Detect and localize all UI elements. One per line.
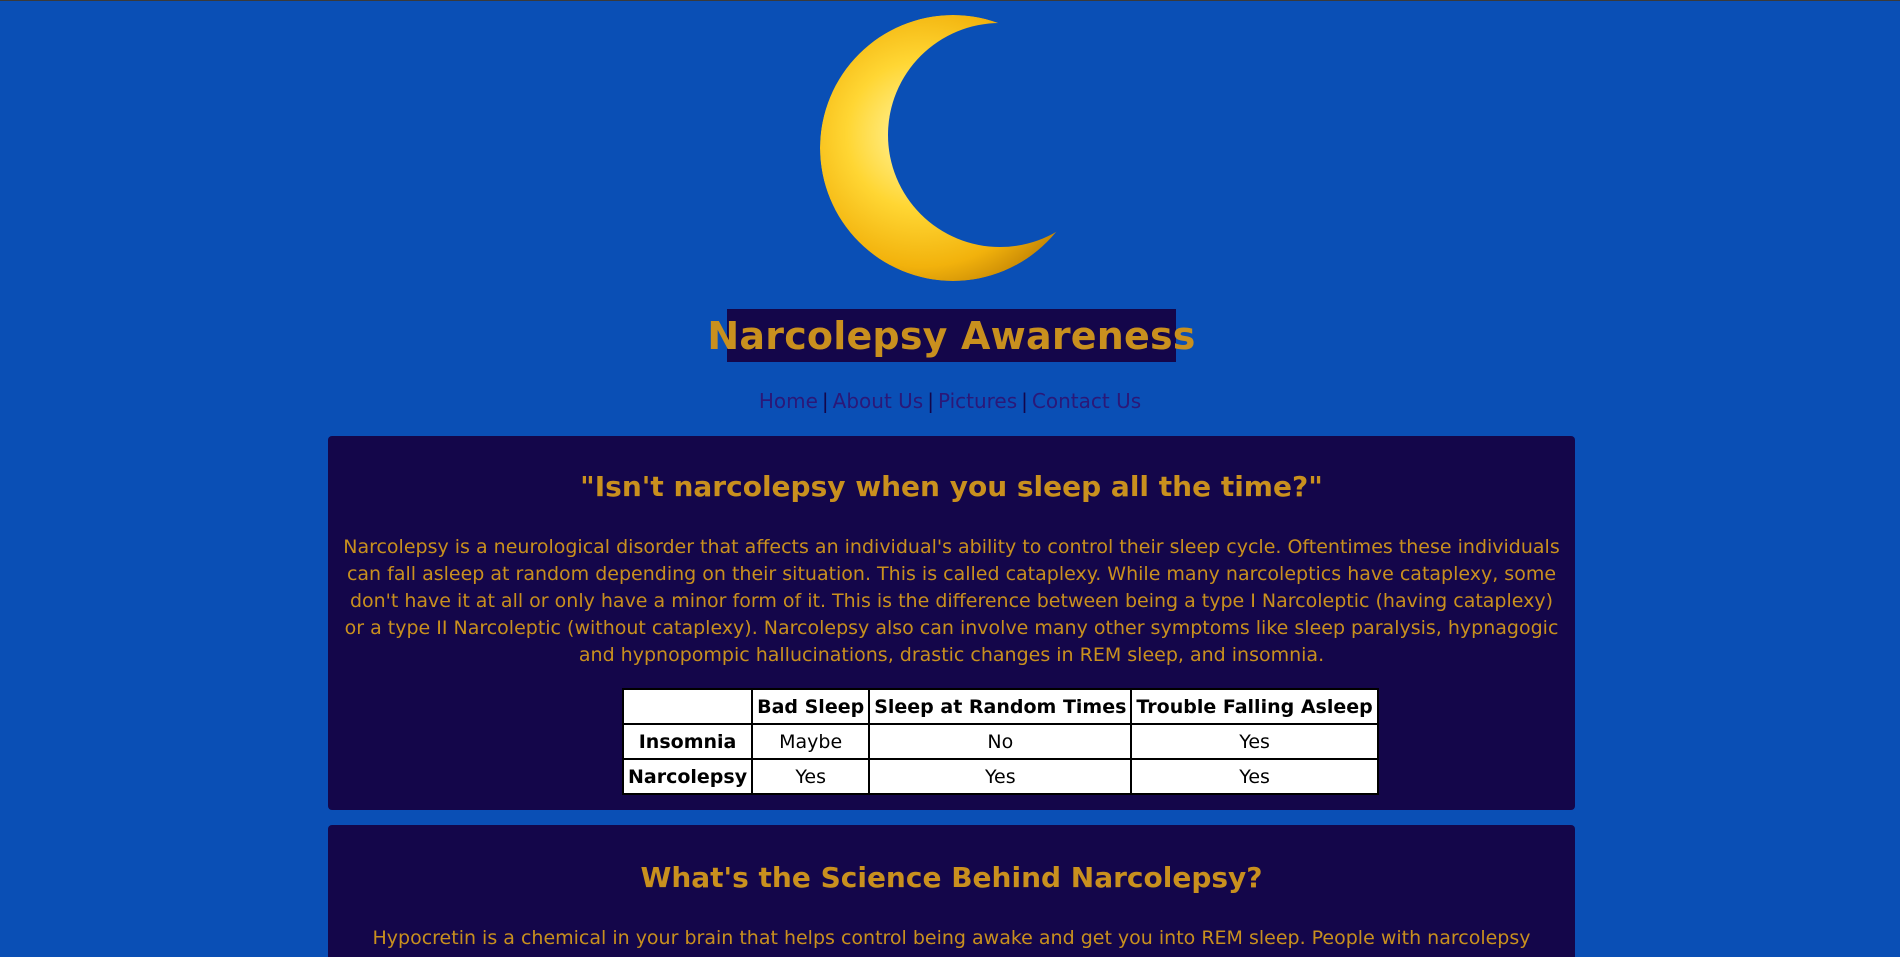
table-cell: Yes bbox=[868, 758, 1133, 795]
section-heading: What's the Science Behind Narcolepsy? bbox=[640, 861, 1263, 894]
table-header-cell: Sleep at Random Times bbox=[868, 688, 1133, 725]
crescent-moon-icon bbox=[820, 9, 1086, 289]
table-header-row: Bad Sleep Sleep at Random Times Trouble … bbox=[621, 688, 1379, 725]
section-science: What's the Science Behind Narcolepsy? Hy… bbox=[328, 825, 1575, 957]
nav-link-about-us[interactable]: About Us bbox=[833, 389, 924, 413]
table-row-label: Insomnia bbox=[621, 723, 754, 760]
table-row: Insomnia Maybe No Yes bbox=[621, 723, 1379, 760]
main-nav: Home | About Us | Pictures | Contact Us bbox=[0, 389, 1900, 413]
nav-link-home[interactable]: Home bbox=[759, 389, 818, 413]
table-header-cell: Bad Sleep bbox=[751, 688, 871, 725]
table-header-cell bbox=[621, 688, 754, 725]
table-row-label: Narcolepsy bbox=[621, 758, 754, 795]
section-paragraph: Hypocretin is a chemical in your brain t… bbox=[372, 927, 1531, 957]
nav-separator: | bbox=[821, 389, 829, 413]
nav-link-contact-us[interactable]: Contact Us bbox=[1032, 389, 1141, 413]
table-row: Narcolepsy Yes Yes Yes bbox=[621, 758, 1379, 795]
nav-link-pictures[interactable]: Pictures bbox=[938, 389, 1017, 413]
comparison-table: Bad Sleep Sleep at Random Times Trouble … bbox=[621, 688, 1379, 795]
table-cell: Yes bbox=[1130, 723, 1379, 760]
page: Narcolepsy Awareness Home | About Us | Pictu… bbox=[0, 0, 1900, 957]
table-cell: Maybe bbox=[751, 723, 871, 760]
site-title-box: Narcolepsy Awareness bbox=[707, 309, 1195, 362]
section-paragraph: Narcolepsy is a neurological disorder th… bbox=[343, 536, 1560, 666]
site-title: Narcolepsy Awareness bbox=[707, 313, 1196, 358]
section-narcolepsy-myth: "Isn't narcolepsy when you sleep all the… bbox=[328, 436, 1575, 810]
section-heading: "Isn't narcolepsy when you sleep all the… bbox=[580, 470, 1323, 503]
nav-separator: | bbox=[1021, 389, 1028, 413]
nav-separator: | bbox=[927, 389, 934, 413]
table-cell: Yes bbox=[1130, 758, 1379, 795]
table-cell: No bbox=[868, 723, 1133, 760]
table-header-cell: Trouble Falling Asleep bbox=[1130, 688, 1379, 725]
table-cell: Yes bbox=[751, 758, 871, 795]
